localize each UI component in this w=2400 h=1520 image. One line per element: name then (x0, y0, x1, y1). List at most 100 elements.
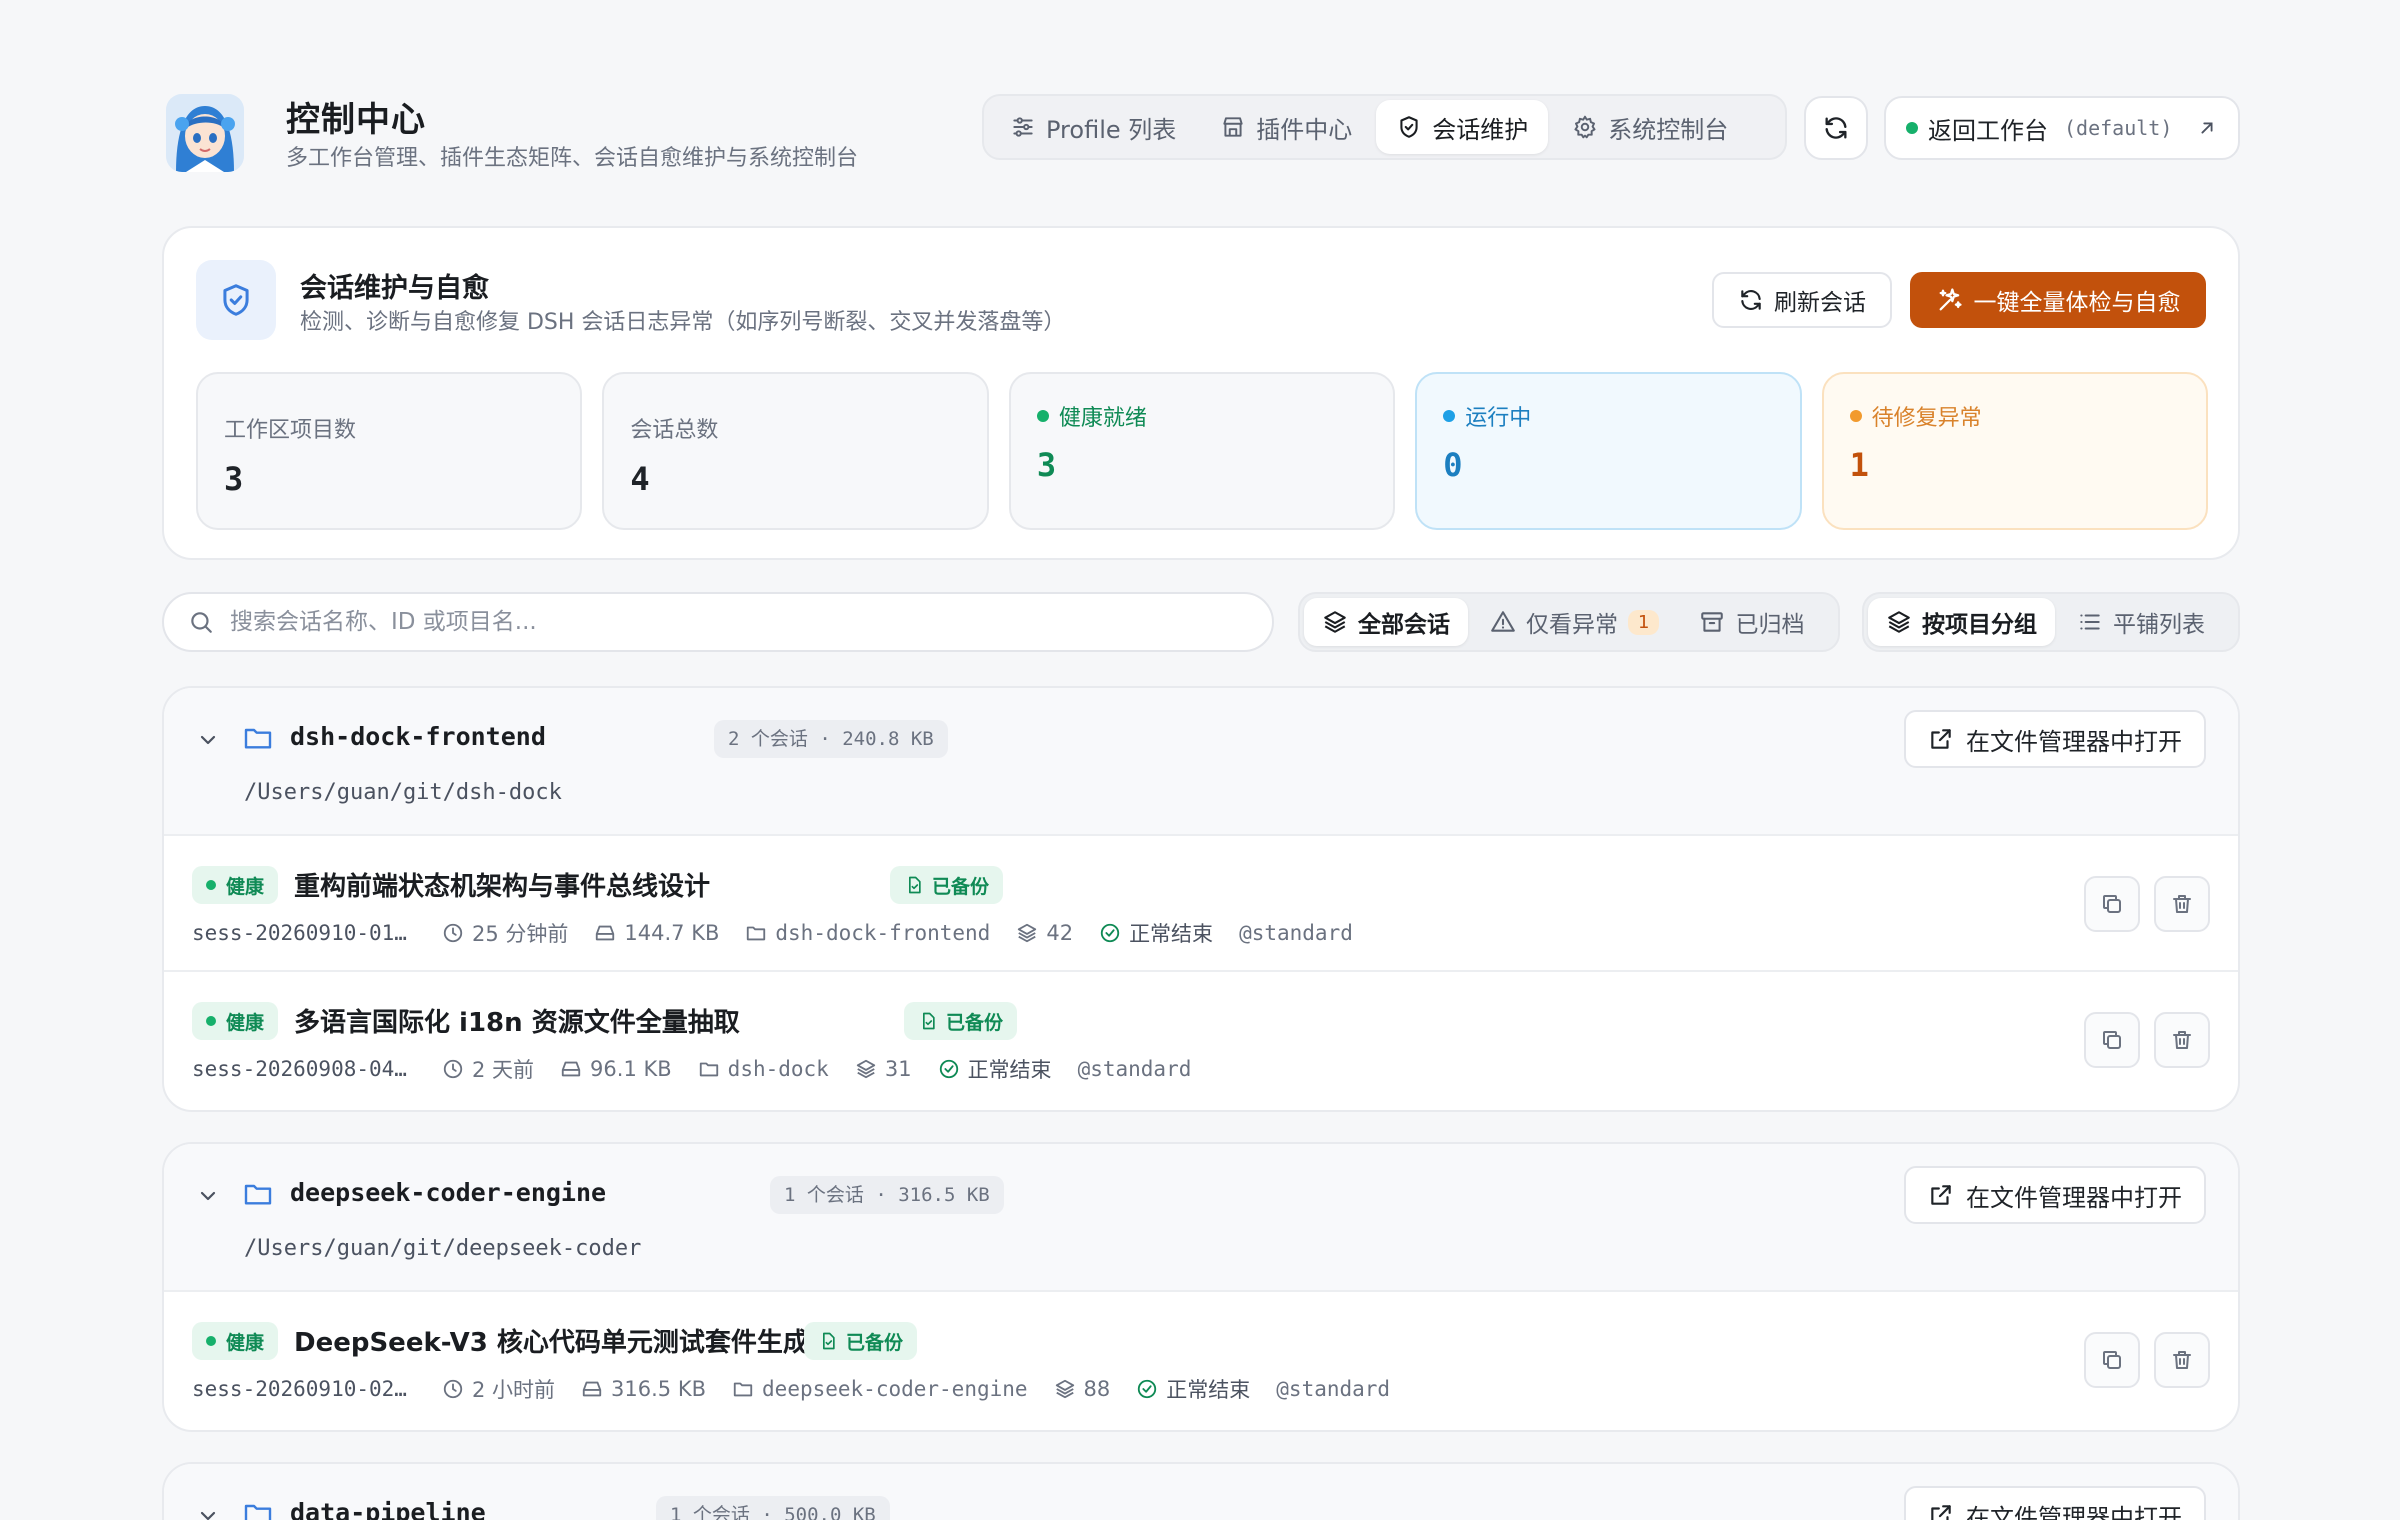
layers-icon (855, 1058, 877, 1080)
open-in-file-manager-button[interactable]: 在文件管理器中打开 (1904, 1166, 2206, 1224)
project-meta-badge: 1 个会话 · 316.5 KB (770, 1176, 1004, 1214)
backup-badge: 已备份 (904, 1002, 1018, 1040)
search-input[interactable] (230, 609, 1248, 635)
session-row[interactable]: 健康 DeepSeek-V3 核心代码单元测试套件生成 已备份 sess-202… (164, 1292, 2238, 1428)
open-in-file-manager-button[interactable]: 在文件管理器中打开 (1904, 1486, 2206, 1520)
session-time: 25 分钟前 (472, 922, 569, 946)
copy-button[interactable] (2084, 1012, 2140, 1068)
session-turns: 42 (1046, 921, 1074, 945)
check-circle-icon (1136, 1378, 1158, 1400)
health-badge: 健康 (192, 1322, 279, 1360)
view-group-by-project[interactable]: 按项目分组 (1868, 598, 2055, 646)
status-dot (1849, 410, 1862, 422)
backup-badge: 已备份 (804, 1322, 918, 1360)
meta-turns: 31 (855, 1057, 912, 1081)
list-icon (2077, 609, 2103, 635)
tab-profile-list[interactable]: Profile 列表 (990, 100, 1196, 154)
view-mode-switch: 按项目分组 平铺列表 (1862, 592, 2240, 652)
copy-icon (2100, 892, 2124, 916)
delete-button[interactable] (2154, 876, 2210, 932)
tab-session-maintenance[interactable]: 会话维护 (1376, 100, 1549, 154)
session-profile: @standard (1239, 921, 1353, 945)
session-project: deepseek-coder-engine (762, 1377, 1028, 1401)
refresh-sessions-button[interactable]: 刷新会话 (1712, 272, 1892, 328)
disk-icon (581, 1378, 603, 1400)
session-turns: 88 (1083, 1377, 1111, 1401)
project-name: data-pipeline (290, 1498, 486, 1520)
chevron-down-icon[interactable] (196, 728, 220, 752)
chevron-down-icon[interactable] (196, 1504, 220, 1520)
project-meta-badge: 2 个会话 · 240.8 KB (714, 720, 948, 758)
folder-icon (242, 722, 274, 754)
panel-title: 会话维护与自愈 (300, 273, 489, 304)
backup-label: 已备份 (932, 875, 990, 898)
copy-button[interactable] (2084, 876, 2140, 932)
meta-time: 2 小时前 (442, 1374, 555, 1404)
backup-label: 已备份 (846, 1331, 904, 1354)
session-turns: 31 (884, 1057, 912, 1081)
filter-all-sessions[interactable]: 全部会话 (1304, 598, 1468, 646)
chevron-down-icon[interactable] (196, 1184, 220, 1208)
session-profile: @standard (1077, 1057, 1192, 1081)
session-status: 正常结束 (1129, 922, 1214, 946)
group-header[interactable]: data-pipeline 1 个会话 · 500.0 KB 在文件管理器中打开 (164, 1464, 2238, 1520)
sparkle-icon (1936, 286, 1964, 314)
group-header[interactable]: dsh-dock-frontend 2 个会话 · 240.8 KB /User… (164, 688, 2238, 836)
back-to-workspace-button[interactable]: 返回工作台 (default) (1884, 96, 2240, 160)
filter-anomalies-only[interactable]: 仅看异常 1 (1472, 598, 1677, 646)
global-refresh-button[interactable] (1804, 96, 1868, 160)
project-name: dsh-dock-frontend (290, 722, 546, 751)
session-row[interactable]: 健康 多语言国际化 i18n 资源文件全量抽取 已备份 sess-2026090… (164, 972, 2238, 1108)
row-actions (2084, 1332, 2210, 1388)
refresh-icon (1822, 114, 1850, 142)
group-header[interactable]: deepseek-coder-engine 1 个会话 · 316.5 KB /… (164, 1144, 2238, 1292)
session-row[interactable]: 健康 重构前端状态机架构与事件总线设计 已备份 sess-20260910-01… (164, 836, 2238, 972)
search-icon (188, 609, 214, 635)
backup-file-icon (818, 1331, 838, 1351)
check-circle-icon (938, 1058, 960, 1080)
open-label: 在文件管理器中打开 (1966, 727, 2182, 756)
row-actions (2084, 1012, 2210, 1068)
view-label: 按项目分组 (1922, 612, 2037, 638)
stat-value: 0 (1443, 446, 1463, 484)
copy-icon (2100, 1028, 2124, 1052)
clock-icon (442, 1058, 464, 1080)
external-link-icon (1928, 726, 1954, 752)
open-in-file-manager-button[interactable]: 在文件管理器中打开 (1904, 710, 2206, 768)
open-label: 在文件管理器中打开 (1966, 1183, 2182, 1212)
backup-label: 已备份 (946, 1011, 1004, 1034)
session-id: sess-20260910-01… (192, 921, 407, 945)
filter-archived[interactable]: 已归档 (1681, 598, 1822, 646)
health-label: 健康 (226, 875, 265, 898)
meta-time: 2 天前 (442, 1054, 534, 1084)
status-dot (1443, 410, 1456, 422)
folder-icon (698, 1058, 720, 1080)
view-flat-list[interactable]: 平铺列表 (2059, 598, 2223, 646)
stat-label: 会话总数 (630, 418, 719, 443)
session-time: 2 小时前 (472, 1378, 556, 1402)
stat-card-pending: 待修复异常 1 (1821, 372, 2209, 530)
stat-card-healthy: 健康就绪 3 (1008, 372, 1396, 530)
shield-icon (196, 260, 276, 340)
stat-card-running: 运行中 0 (1415, 372, 1802, 530)
session-title: 多语言国际化 i18n 资源文件全量抽取 (294, 1008, 740, 1038)
tab-plugin-center[interactable]: 插件中心 (1200, 100, 1372, 154)
trash-icon (2170, 1028, 2194, 1052)
trash-icon (2170, 1348, 2194, 1372)
layers-icon (1016, 922, 1038, 944)
refresh-icon (1738, 287, 1764, 313)
tab-system-console[interactable]: 系统控制台 (1552, 100, 1748, 154)
layers-icon (1054, 1378, 1076, 1400)
stat-value: 3 (1036, 446, 1057, 484)
meta-turns: 88 (1054, 1377, 1111, 1401)
project-path: /Users/guan/git/dsh-dock (244, 780, 562, 805)
delete-button[interactable] (2154, 1012, 2210, 1068)
view-label: 平铺列表 (2113, 612, 2205, 638)
clock-icon (442, 1378, 464, 1400)
full-checkup-heal-button[interactable]: 一键全量体检与自愈 (1910, 272, 2206, 328)
delete-button[interactable] (2154, 1332, 2210, 1388)
copy-button[interactable] (2084, 1332, 2140, 1388)
meta-project: dsh-dock-frontend (745, 921, 990, 945)
stat-label: 待修复异常 (1871, 406, 1982, 431)
tab-label: 插件中心 (1256, 115, 1353, 144)
